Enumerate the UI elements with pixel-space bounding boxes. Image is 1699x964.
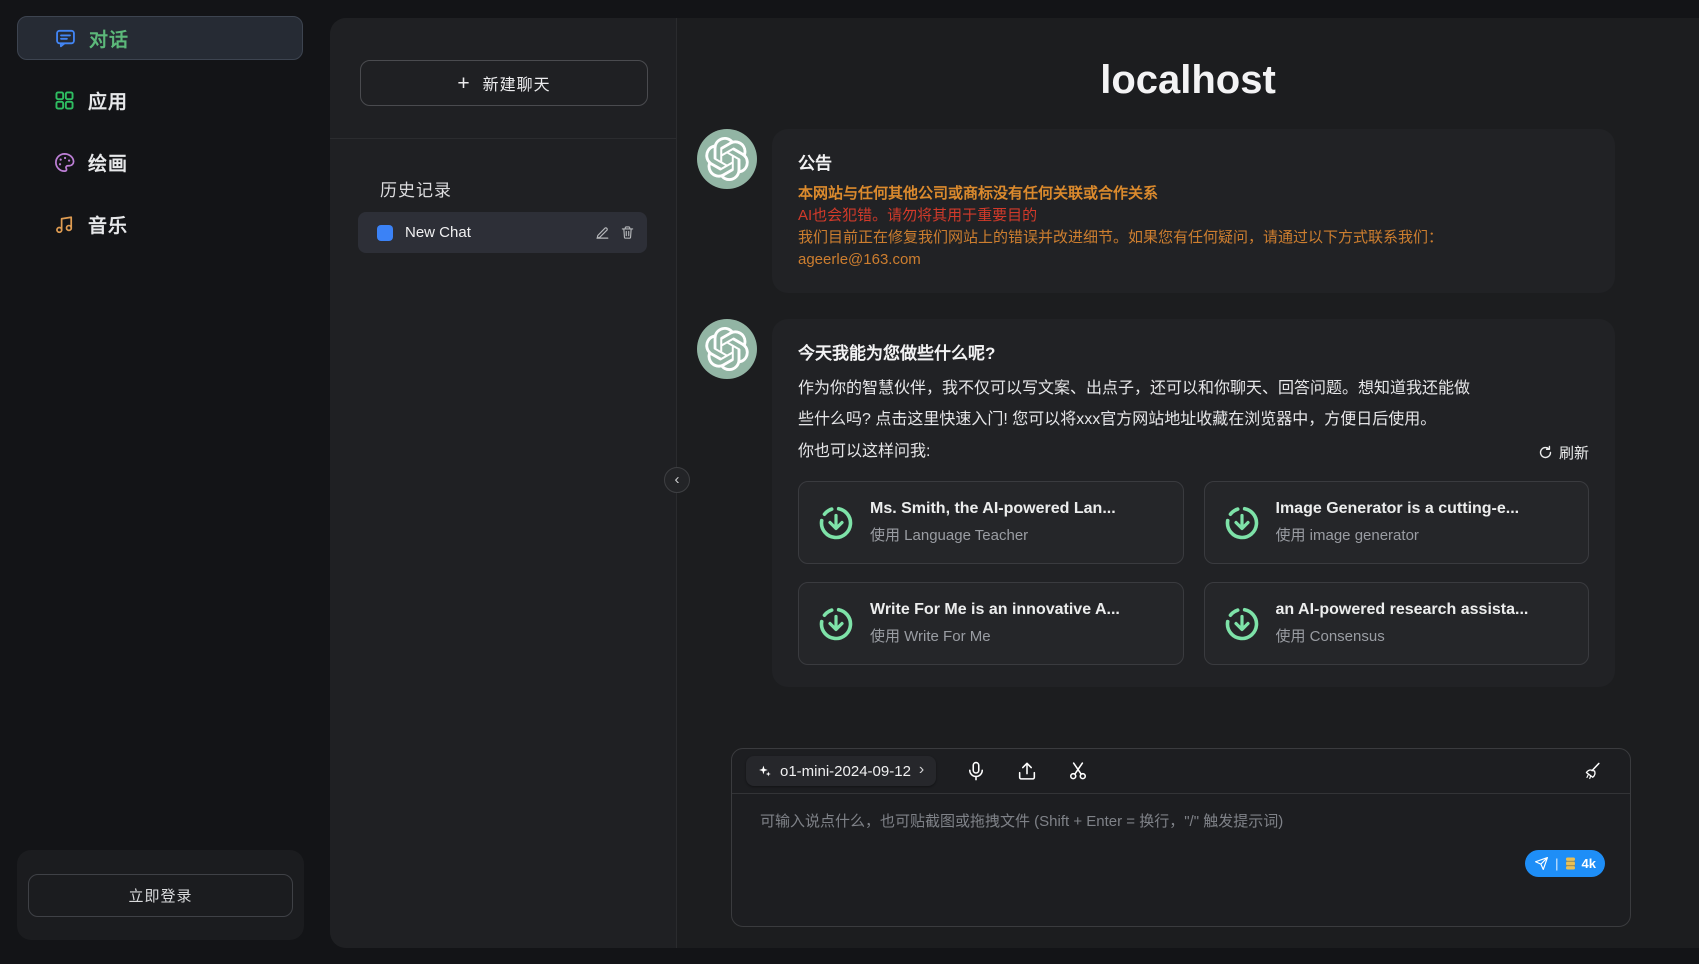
scissors-icon[interactable]	[1067, 760, 1089, 782]
send-divider: |	[1555, 856, 1558, 871]
main-chat-area: localhost 公告 本网站与任何其他公司或商标没有任何关联或合作关系 AI…	[677, 18, 1699, 948]
paper-plane-icon	[1534, 856, 1549, 871]
suggestion-subtitle: 使用 Language Teacher	[870, 524, 1116, 545]
new-chat-button[interactable]: + 新建聊天	[360, 60, 648, 106]
suggestion-card[interactable]: Write For Me is an innovative A... 使用 Wr…	[798, 582, 1184, 665]
download-circle-icon	[817, 605, 855, 643]
microphone-icon[interactable]	[965, 760, 987, 782]
panel-divider	[330, 138, 676, 139]
announcement-message: 公告 本网站与任何其他公司或商标没有任何关联或合作关系 AI也会犯错。请勿将其用…	[677, 129, 1699, 293]
openai-logo-icon	[705, 327, 749, 371]
plus-icon: +	[457, 73, 470, 94]
chevron-right-icon: ›	[919, 762, 924, 780]
chat-list-item[interactable]: New Chat	[358, 212, 647, 253]
welcome-message: 今天我能为您做些什么呢? 作为你的智慧伙伴，我不仅可以写文案、出点子，还可以和你…	[677, 319, 1699, 687]
sidebar: 对话 应用 绘画 音乐 立即登录	[0, 0, 330, 964]
palette-icon	[53, 151, 76, 174]
download-circle-icon	[1223, 605, 1261, 643]
apps-grid-icon	[53, 89, 76, 112]
composer-panel: o1-mini-2024-09-12 ›	[731, 748, 1631, 927]
contact-email-link[interactable]: ageerle@163.com	[798, 249, 921, 271]
assistant-avatar	[697, 129, 757, 189]
token-coins-icon	[1565, 857, 1576, 870]
login-card: 立即登录	[17, 850, 304, 940]
refresh-label: 刷新	[1559, 442, 1589, 463]
chat-list-panel: + 新建聊天 历史记录 New Chat	[330, 18, 677, 948]
token-count: 4k	[1582, 856, 1596, 871]
sidebar-item-label: 音乐	[88, 211, 128, 238]
sidebar-item-label: 绘画	[88, 149, 128, 176]
suggestion-card[interactable]: an AI-powered research assista... 使用 Con…	[1204, 582, 1590, 665]
sidebar-item-drawing[interactable]: 绘画	[17, 140, 303, 184]
sidebar-item-chat[interactable]: 对话	[17, 16, 303, 60]
prompt-line: 你也可以这样问我:	[798, 437, 930, 467]
suggestion-card[interactable]: Image Generator is a cutting-e... 使用 ima…	[1204, 481, 1590, 564]
suggestion-title: an AI-powered research assista...	[1276, 601, 1529, 619]
suggestion-title: Ms. Smith, the AI-powered Lan...	[870, 500, 1116, 518]
edit-pencil-icon[interactable]	[595, 225, 610, 240]
download-circle-icon	[817, 504, 855, 542]
model-label: o1-mini-2024-09-12	[780, 763, 911, 780]
chat-item-actions	[595, 225, 635, 240]
suggestion-card[interactable]: Ms. Smith, the AI-powered Lan... 使用 Lang…	[798, 481, 1184, 564]
sidebar-item-label: 应用	[88, 87, 128, 114]
refresh-suggestions-link[interactable]: 刷新	[1538, 442, 1589, 463]
delete-trash-icon[interactable]	[620, 225, 635, 240]
composer-toolbar: o1-mini-2024-09-12 ›	[732, 749, 1630, 794]
suggestion-title: Write For Me is an innovative A...	[870, 601, 1120, 619]
welcome-heading: 今天我能为您做些什么呢?	[798, 339, 1589, 364]
chat-bubble-icon	[54, 27, 77, 50]
refresh-icon	[1538, 445, 1553, 460]
assistant-avatar	[697, 319, 757, 379]
sidebar-item-label: 对话	[89, 25, 129, 52]
music-note-icon	[53, 213, 76, 236]
chat-item-title: New Chat	[405, 224, 583, 241]
message-input[interactable]	[732, 794, 1630, 926]
suggestion-subtitle: 使用 Write For Me	[870, 625, 1120, 646]
clear-broom-icon[interactable]	[1581, 761, 1602, 782]
send-button[interactable]: | 4k	[1525, 850, 1605, 877]
chat-color-swatch-icon	[377, 225, 393, 241]
announcement-line-1: 本网站与任何其他公司或商标没有任何关联或合作关系	[798, 183, 1589, 205]
suggestion-grid: Ms. Smith, the AI-powered Lan... 使用 Lang…	[798, 481, 1589, 665]
suggestion-subtitle: 使用 Consensus	[1276, 625, 1529, 646]
prompt-row: 你也可以这样问我: 刷新	[798, 437, 1589, 467]
chevron-left-icon: ‹	[675, 472, 680, 487]
sidebar-item-apps[interactable]: 应用	[17, 78, 303, 122]
download-circle-icon	[1223, 504, 1261, 542]
collapse-sidebar-button[interactable]: ‹	[664, 467, 690, 493]
announcement-line-3: 我们目前正在修复我们网站上的错误并改进细节。如果您有任何疑问，请通过以下方式联系…	[798, 227, 1589, 249]
announcement-line-2: AI也会犯错。请勿将其用于重要目的	[798, 205, 1589, 227]
welcome-bubble: 今天我能为您做些什么呢? 作为你的智慧伙伴，我不仅可以写文案、出点子，还可以和你…	[772, 319, 1615, 687]
model-selector[interactable]: o1-mini-2024-09-12 ›	[746, 756, 936, 786]
welcome-body: 作为你的智慧伙伴，我不仅可以写文案、出点子，还可以和你聊天、回答问题。想知道我还…	[798, 373, 1478, 435]
suggestion-subtitle: 使用 image generator	[1276, 524, 1520, 545]
history-title: 历史记录	[380, 176, 452, 201]
login-button[interactable]: 立即登录	[28, 874, 293, 917]
app-container: + 新建聊天 历史记录 New Chat ‹ localhost	[330, 18, 1699, 948]
sparkle-icon	[758, 764, 772, 778]
openai-logo-icon	[705, 137, 749, 181]
sidebar-item-music[interactable]: 音乐	[17, 202, 303, 246]
upload-icon[interactable]	[1016, 760, 1038, 782]
new-chat-label: 新建聊天	[483, 71, 551, 95]
suggestion-title: Image Generator is a cutting-e...	[1276, 500, 1520, 518]
composer-input-area: | 4k	[732, 794, 1630, 926]
page-title: localhost	[677, 58, 1699, 103]
announcement-heading: 公告	[798, 149, 1589, 174]
announcement-bubble: 公告 本网站与任何其他公司或商标没有任何关联或合作关系 AI也会犯错。请勿将其用…	[772, 129, 1615, 293]
